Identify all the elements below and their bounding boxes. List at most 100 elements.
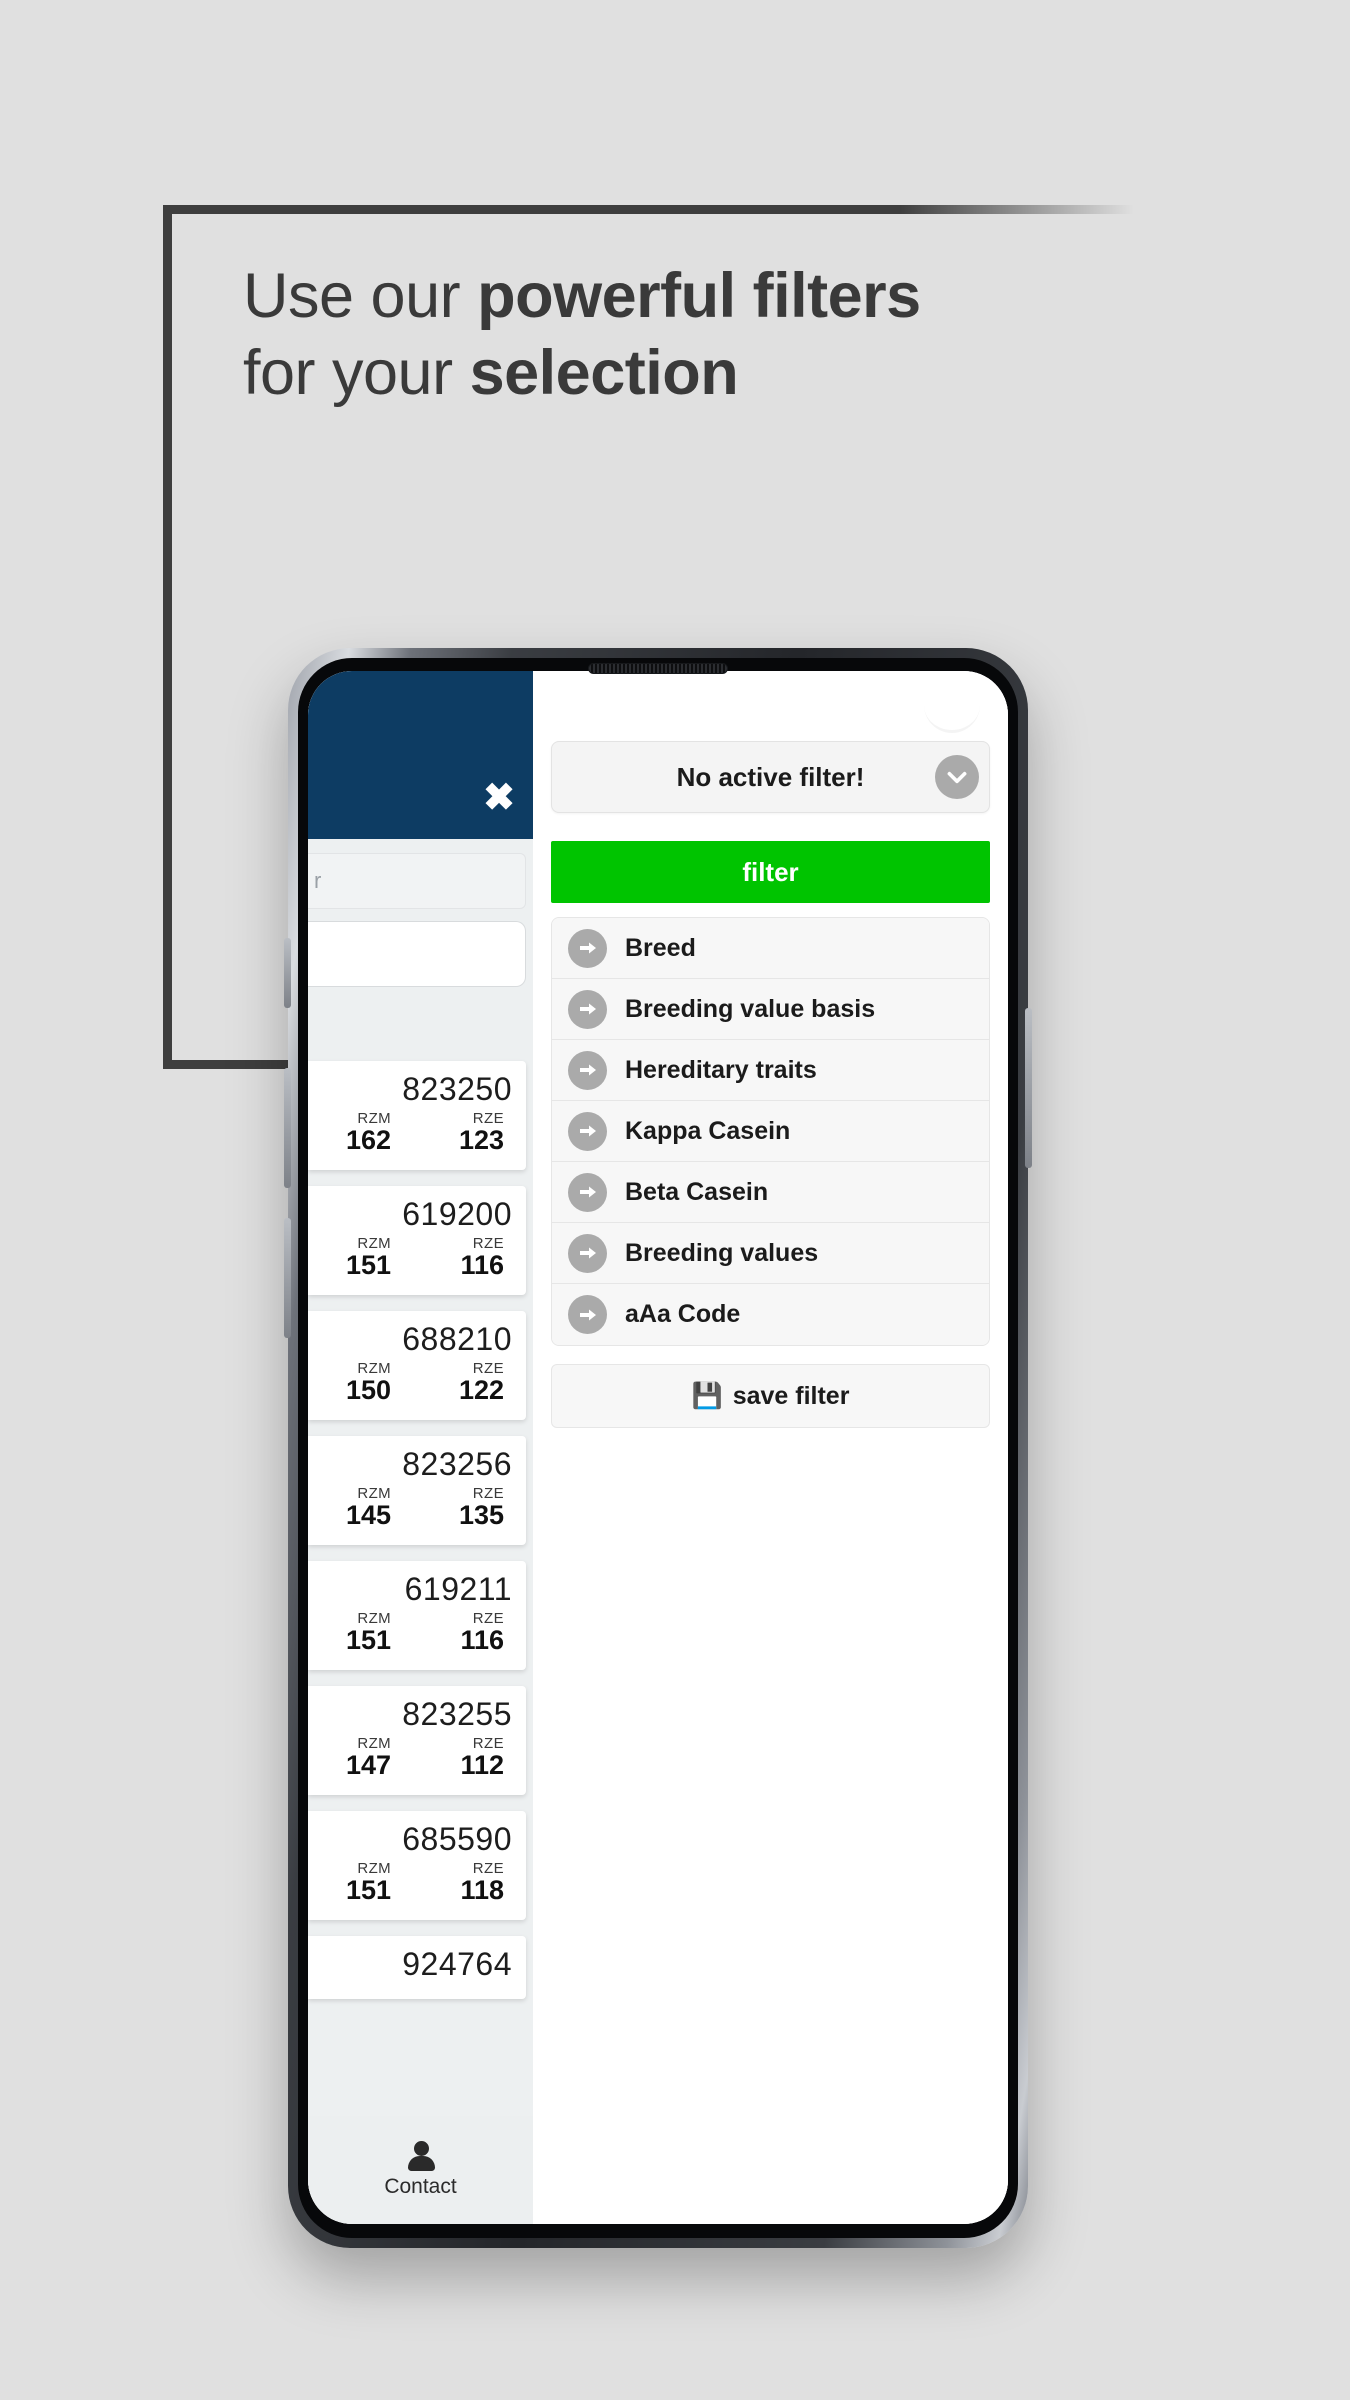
arrow-right-icon: [568, 989, 607, 1029]
rzm-cell: RZM 151: [346, 1610, 391, 1656]
bull-number: 823256: [402, 1446, 512, 1482]
page-title: Use our powerful filters for your select…: [243, 258, 1143, 412]
arrow-right-icon: [568, 1233, 607, 1273]
filter-item-label: Beta Casein: [625, 1177, 769, 1206]
phone-button-top[interactable]: [284, 938, 291, 1008]
arrow-right-icon: [568, 1295, 607, 1334]
rzm-value: 151: [346, 1875, 392, 1905]
bull-number: 823255: [402, 1696, 512, 1732]
rze-value: 123: [458, 1125, 504, 1155]
bull-number: 619211: [404, 1571, 512, 1607]
rze-cell: RZE 122: [459, 1360, 504, 1406]
headline-line2-normal: for your: [243, 337, 470, 408]
rze-value: 118: [460, 1875, 504, 1905]
filter-item-label: Breeding values: [625, 1238, 819, 1267]
filter-item-aaa-code[interactable]: aAa Code: [552, 1284, 989, 1345]
headline-line1-bold: powerful filters: [477, 261, 921, 331]
rzm-cell: RZM 150: [346, 1360, 391, 1406]
bull-number: 619200: [402, 1196, 512, 1232]
rzm-value: 151: [346, 1625, 392, 1655]
tab-contact-label: Contact: [384, 2175, 457, 2198]
rzm-value: 162: [346, 1125, 392, 1155]
frame-fade: [900, 196, 1200, 216]
rzm-cell: RZM 147: [346, 1735, 391, 1781]
filter-item-label: Breed: [625, 933, 696, 962]
rze-cell: RZE 116: [460, 1610, 504, 1656]
arrow-right-icon: [568, 1172, 607, 1212]
save-filter-label: save filter: [732, 1381, 850, 1410]
rzm-cell: RZM 162: [346, 1110, 391, 1156]
bull-number: 924764: [402, 1946, 512, 1982]
arrow-right-icon: [568, 1111, 607, 1151]
rzm-cell: RZM 151: [346, 1235, 391, 1281]
close-icon[interactable]: ✖: [483, 779, 515, 817]
filter-item-hereditary-traits[interactable]: Hereditary traits: [552, 1040, 989, 1101]
phone-mockup: ✖ r 823250 RZM 162 RZE 123 619200 RZM 15…: [284, 648, 1032, 2248]
list-item[interactable]: 685590 RZM 151 RZE 118: [308, 1811, 526, 1920]
phone-screen: ✖ r 823250 RZM 162 RZE 123 619200 RZM 15…: [308, 671, 1008, 2224]
list-item[interactable]: 688210 RZM 150 RZE 122: [308, 1311, 526, 1420]
filter-item-breeding-values[interactable]: Breeding values: [552, 1223, 989, 1284]
rze-value: 122: [458, 1375, 504, 1405]
filter-panel: No active filter! filter Breed Breeding …: [533, 671, 1008, 2224]
bull-list[interactable]: 823250 RZM 162 RZE 123 619200 RZM 151 RZ…: [308, 1061, 533, 2015]
rzm-value: 151: [346, 1250, 392, 1280]
filter-item-label: Kappa Casein: [625, 1116, 791, 1145]
rzm-value: 145: [346, 1500, 392, 1530]
rze-cell: RZE 123: [459, 1110, 504, 1156]
active-filter-value: No active filter!: [676, 761, 865, 792]
bottom-tabbar[interactable]: Contact: [308, 2116, 533, 2224]
list-item[interactable]: 823250 RZM 162 RZE 123: [308, 1061, 526, 1170]
rzm-value: 150: [346, 1375, 392, 1405]
filter-item-breed[interactable]: Breed: [552, 918, 989, 979]
phone-bezel: ✖ r 823250 RZM 162 RZE 123 619200 RZM 15…: [298, 658, 1018, 2238]
rze-value: 112: [460, 1750, 504, 1780]
rzm-cell: RZM 151: [346, 1860, 391, 1906]
filter-item-label: Breeding value basis: [625, 994, 876, 1023]
filter-item-breeding-value-basis[interactable]: Breeding value basis: [552, 979, 989, 1040]
app-navbar: ✖: [308, 671, 533, 839]
phone-power-button[interactable]: [1025, 1008, 1032, 1168]
bull-number: 685590: [402, 1821, 512, 1857]
save-icon: 💾: [691, 1381, 723, 1410]
bull-number: 823250: [402, 1071, 512, 1107]
phone-volume-up[interactable]: [284, 1068, 291, 1188]
sort-select-value: r: [314, 868, 322, 893]
list-item[interactable]: 924764: [308, 1936, 526, 1999]
rze-cell: RZE 135: [459, 1485, 504, 1531]
sort-select[interactable]: r: [308, 853, 526, 909]
rze-cell: RZE 118: [460, 1860, 504, 1906]
panel-corner-decoration: [924, 693, 980, 733]
list-item[interactable]: 619200 RZM 151 RZE 116: [308, 1186, 526, 1295]
list-item[interactable]: 619211 RZM 151 RZE 116: [308, 1561, 526, 1670]
rzm-cell: RZM 145: [346, 1485, 391, 1531]
headline-line2-bold: selection: [469, 337, 739, 408]
sidebar-controls: r: [308, 839, 533, 987]
filter-item-kappa-casein[interactable]: Kappa Casein: [552, 1101, 989, 1162]
phone-volume-down[interactable]: [284, 1218, 291, 1338]
search-input[interactable]: [308, 921, 526, 987]
bull-number: 688210: [402, 1321, 512, 1357]
headline-line1-normal: Use our: [243, 261, 478, 331]
rze-value: 135: [458, 1500, 504, 1530]
rzm-value: 147: [346, 1750, 392, 1780]
person-icon: [406, 2141, 436, 2171]
filter-item-label: Hereditary traits: [625, 1055, 817, 1084]
earpiece-speaker: [588, 663, 728, 674]
rze-cell: RZE 116: [460, 1235, 504, 1281]
list-item[interactable]: 823255 RZM 147 RZE 112: [308, 1686, 526, 1795]
rze-cell: RZE 112: [460, 1735, 504, 1781]
save-filter-button[interactable]: 💾 save filter: [551, 1364, 990, 1428]
list-item[interactable]: 823256 RZM 145 RZE 135: [308, 1436, 526, 1545]
filter-button-label: filter: [742, 856, 799, 887]
rze-value: 116: [460, 1625, 504, 1655]
chevron-down-icon[interactable]: [935, 755, 979, 799]
rze-value: 116: [460, 1250, 504, 1280]
arrow-right-icon: [568, 928, 607, 968]
filter-item-beta-casein[interactable]: Beta Casein: [552, 1162, 989, 1223]
filter-button[interactable]: filter: [551, 841, 990, 903]
filter-category-list: Breed Breeding value basis Hereditary tr…: [551, 917, 990, 1346]
promo-screenshot: Use our powerful filters for your select…: [0, 0, 1350, 2400]
filter-item-label: aAa Code: [625, 1300, 741, 1328]
active-filter-select[interactable]: No active filter!: [551, 741, 990, 813]
